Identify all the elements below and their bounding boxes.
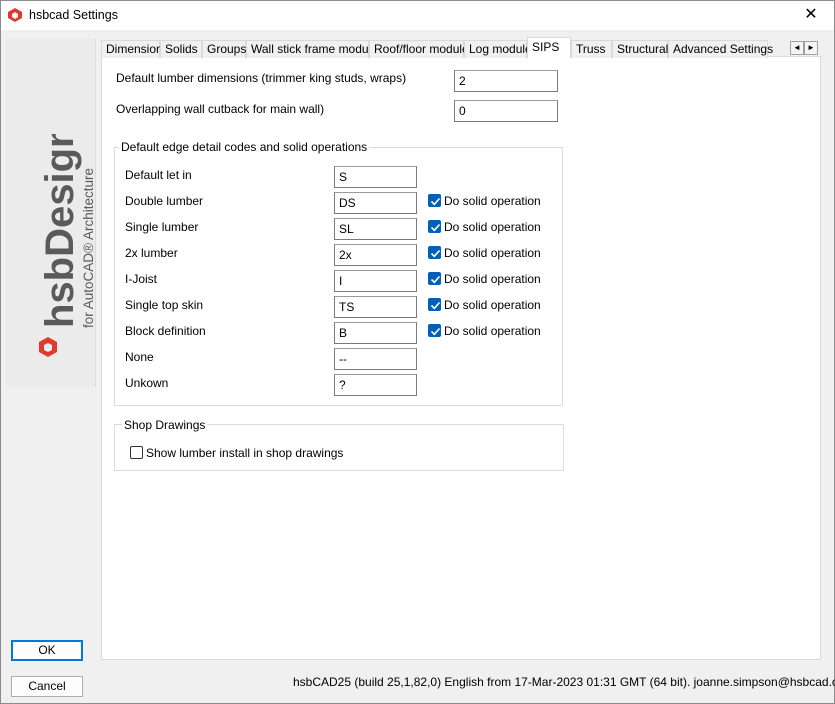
shop-drawings-group-title: Shop Drawings	[122, 418, 208, 432]
double-lumber-solid-label[interactable]: Do solid operation	[444, 194, 541, 208]
tab-sips[interactable]: SIPS	[527, 37, 571, 58]
single-lumber-solid-checkbox[interactable]	[428, 220, 441, 233]
checkmark-icon	[430, 249, 441, 258]
cancel-button[interactable]: Cancel	[11, 676, 83, 697]
tab-log-module[interactable]: Log module	[464, 40, 532, 58]
show-lumber-install-checkbox[interactable]	[130, 446, 143, 459]
single-top-skin-label: Single top skin	[125, 298, 204, 312]
unknown-label: Unkown	[125, 376, 169, 390]
default-lumber-dimensions-label: Default lumber dimensions (trimmer king …	[116, 71, 407, 85]
checkmark-icon	[430, 197, 441, 206]
single-top-skin-input[interactable]: TS	[334, 296, 417, 318]
edge-detail-group-title: Default edge detail codes and solid oper…	[119, 140, 370, 154]
checkmark-icon	[430, 223, 441, 232]
tab-wall-stick-frame-module[interactable]: Wall stick frame module	[246, 40, 378, 58]
i-joist-label: I-Joist	[125, 272, 158, 286]
ok-button[interactable]: OK	[11, 640, 83, 661]
block-definition-solid-label[interactable]: Do solid operation	[444, 324, 541, 338]
tab-truss[interactable]: Truss	[571, 40, 612, 58]
double-lumber-label: Double lumber	[125, 194, 204, 208]
2x-lumber-solid-checkbox[interactable]	[428, 246, 441, 259]
checkmark-icon	[430, 327, 441, 336]
none-input[interactable]: --	[334, 348, 417, 370]
single-top-skin-solid-checkbox[interactable]	[428, 298, 441, 311]
title-bar: hsbcad Settings ✕	[1, 1, 834, 30]
hsbcad-app-icon	[8, 8, 22, 22]
i-joist-input[interactable]: I	[334, 270, 417, 292]
single-lumber-solid-label[interactable]: Do solid operation	[444, 220, 541, 234]
2x-lumber-solid-label[interactable]: Do solid operation	[444, 246, 541, 260]
logo-mark-icon	[39, 337, 57, 357]
show-lumber-install-label[interactable]: Show lumber install in shop drawings	[146, 446, 343, 460]
tab-dimension[interactable]: Dimension	[101, 40, 163, 58]
status-bar-text: hsbCAD25 (build 25,1,82,0) English from …	[293, 675, 835, 689]
tab-roof-floor-module[interactable]: Roof/floor module	[369, 40, 469, 58]
block-definition-input[interactable]: B	[334, 322, 417, 344]
tab-scroll-right-icon[interactable]: ►	[804, 41, 818, 55]
block-definition-label: Block definition	[125, 324, 206, 338]
window-title: hsbcad Settings	[29, 8, 118, 22]
single-lumber-label: Single lumber	[125, 220, 199, 234]
default-let-in-input[interactable]: S	[334, 166, 417, 188]
2x-lumber-label: 2x lumber	[125, 246, 178, 260]
svg-text:hsbDesign25: hsbDesign25	[38, 134, 82, 328]
svg-text:for AutoCAD® Architecture: for AutoCAD® Architecture	[81, 168, 93, 328]
unknown-input[interactable]: ?	[334, 374, 417, 396]
close-button[interactable]: ✕	[788, 1, 834, 30]
double-lumber-solid-checkbox[interactable]	[428, 194, 441, 207]
2x-lumber-input[interactable]: 2x	[334, 244, 417, 266]
i-joist-solid-checkbox[interactable]	[428, 272, 441, 285]
overlapping-wall-cutback-label: Overlapping wall cutback for main wall)	[116, 102, 325, 116]
overlapping-wall-cutback-input[interactable]: 0	[454, 100, 558, 122]
tab-scroll-left-icon[interactable]: ◄	[790, 41, 804, 55]
tab-structural[interactable]: Structural	[612, 40, 668, 58]
tab-advanced-settings[interactable]: Advanced Settings	[668, 40, 773, 58]
single-lumber-input[interactable]: SL	[334, 218, 417, 240]
checkmark-icon	[430, 275, 441, 284]
default-let-in-label: Default let in	[125, 168, 192, 182]
brand-sidebar: hsbDesign25 for AutoCAD® Architecture	[6, 39, 96, 387]
checkmark-icon	[430, 301, 441, 310]
default-lumber-dimensions-input[interactable]: 2	[454, 70, 558, 92]
hsbdesign-logo: hsbDesign25 for AutoCAD® Architecture	[38, 134, 93, 357]
tab-solids[interactable]: Solids	[160, 40, 202, 58]
i-joist-solid-label[interactable]: Do solid operation	[444, 272, 541, 286]
double-lumber-input[interactable]: DS	[334, 192, 417, 214]
block-definition-solid-checkbox[interactable]	[428, 324, 441, 337]
single-top-skin-solid-label[interactable]: Do solid operation	[444, 298, 541, 312]
tab-groups[interactable]: Groups	[202, 40, 246, 58]
settings-window: hsbcad Settings ✕ hsbDesign25 for AutoCA…	[0, 0, 835, 704]
none-label: None	[125, 350, 154, 364]
